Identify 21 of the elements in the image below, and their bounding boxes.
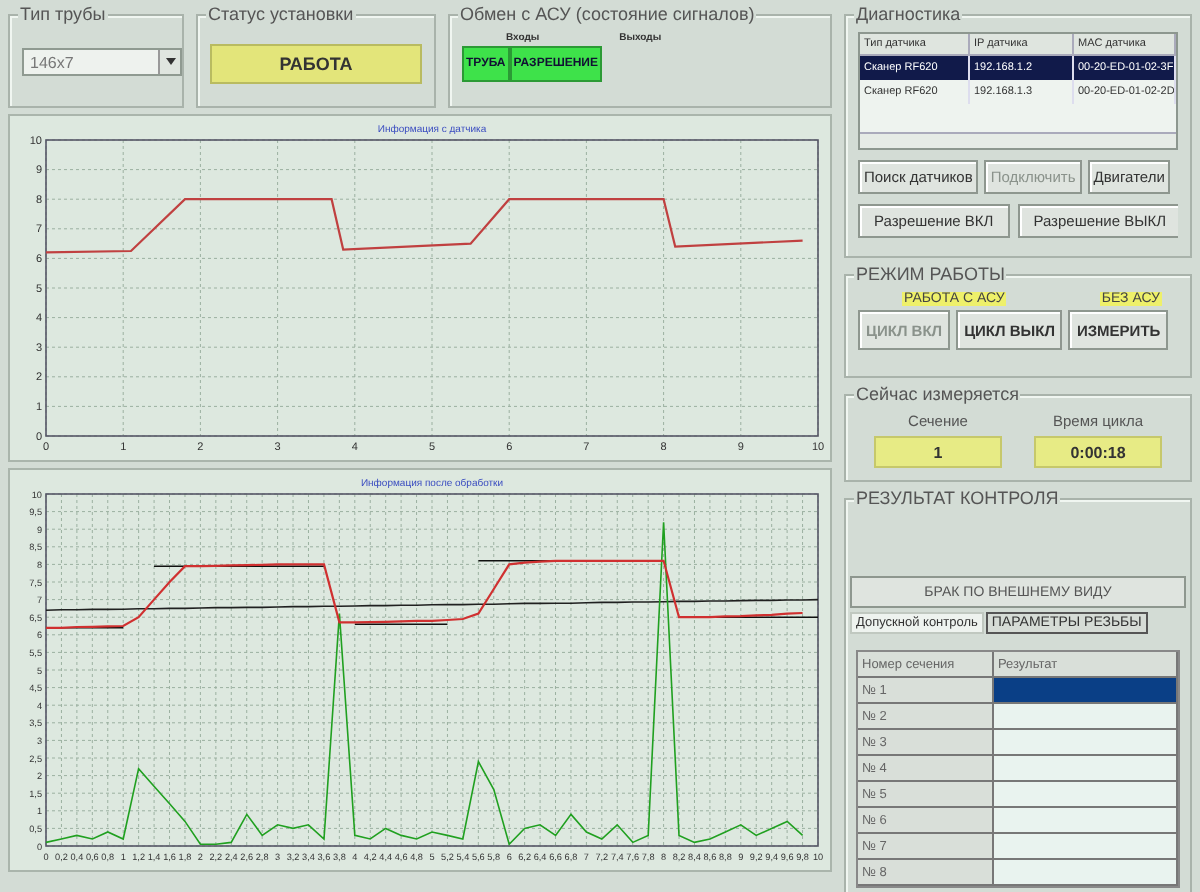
value-display: 1 [874, 436, 1002, 468]
result-cell[interactable] [994, 756, 1178, 782]
result-cell[interactable] [994, 730, 1178, 756]
result-cell[interactable] [994, 860, 1178, 886]
dropdown-arrow-icon [165, 58, 175, 66]
group-title: Статус установки [206, 4, 356, 24]
result-cell[interactable] [994, 782, 1178, 808]
result-cell[interactable] [994, 678, 1178, 704]
result-cell[interactable] [994, 704, 1178, 730]
result-cell[interactable] [994, 834, 1178, 860]
group-title: РЕЖИМ РАБОТЫ [854, 264, 1007, 284]
group-title: РЕЗУЛЬТАТ КОНТРОЛЯ [854, 488, 1061, 508]
group-title: Сейчас измеряется [854, 384, 1021, 404]
value-display: 0:00:18 [1034, 436, 1162, 468]
result-cell[interactable] [994, 808, 1178, 834]
pipe-type-dropdown[interactable]: 146x7 [22, 48, 182, 76]
horizontal-scrollbar[interactable] [860, 132, 1176, 148]
group-title: Обмен с АСУ (состояние сигналов) [458, 4, 757, 24]
status-indicator: РАБОТА [210, 44, 422, 84]
group-title: Тип трубы [18, 4, 108, 24]
group-title: Диагностика [854, 4, 963, 24]
